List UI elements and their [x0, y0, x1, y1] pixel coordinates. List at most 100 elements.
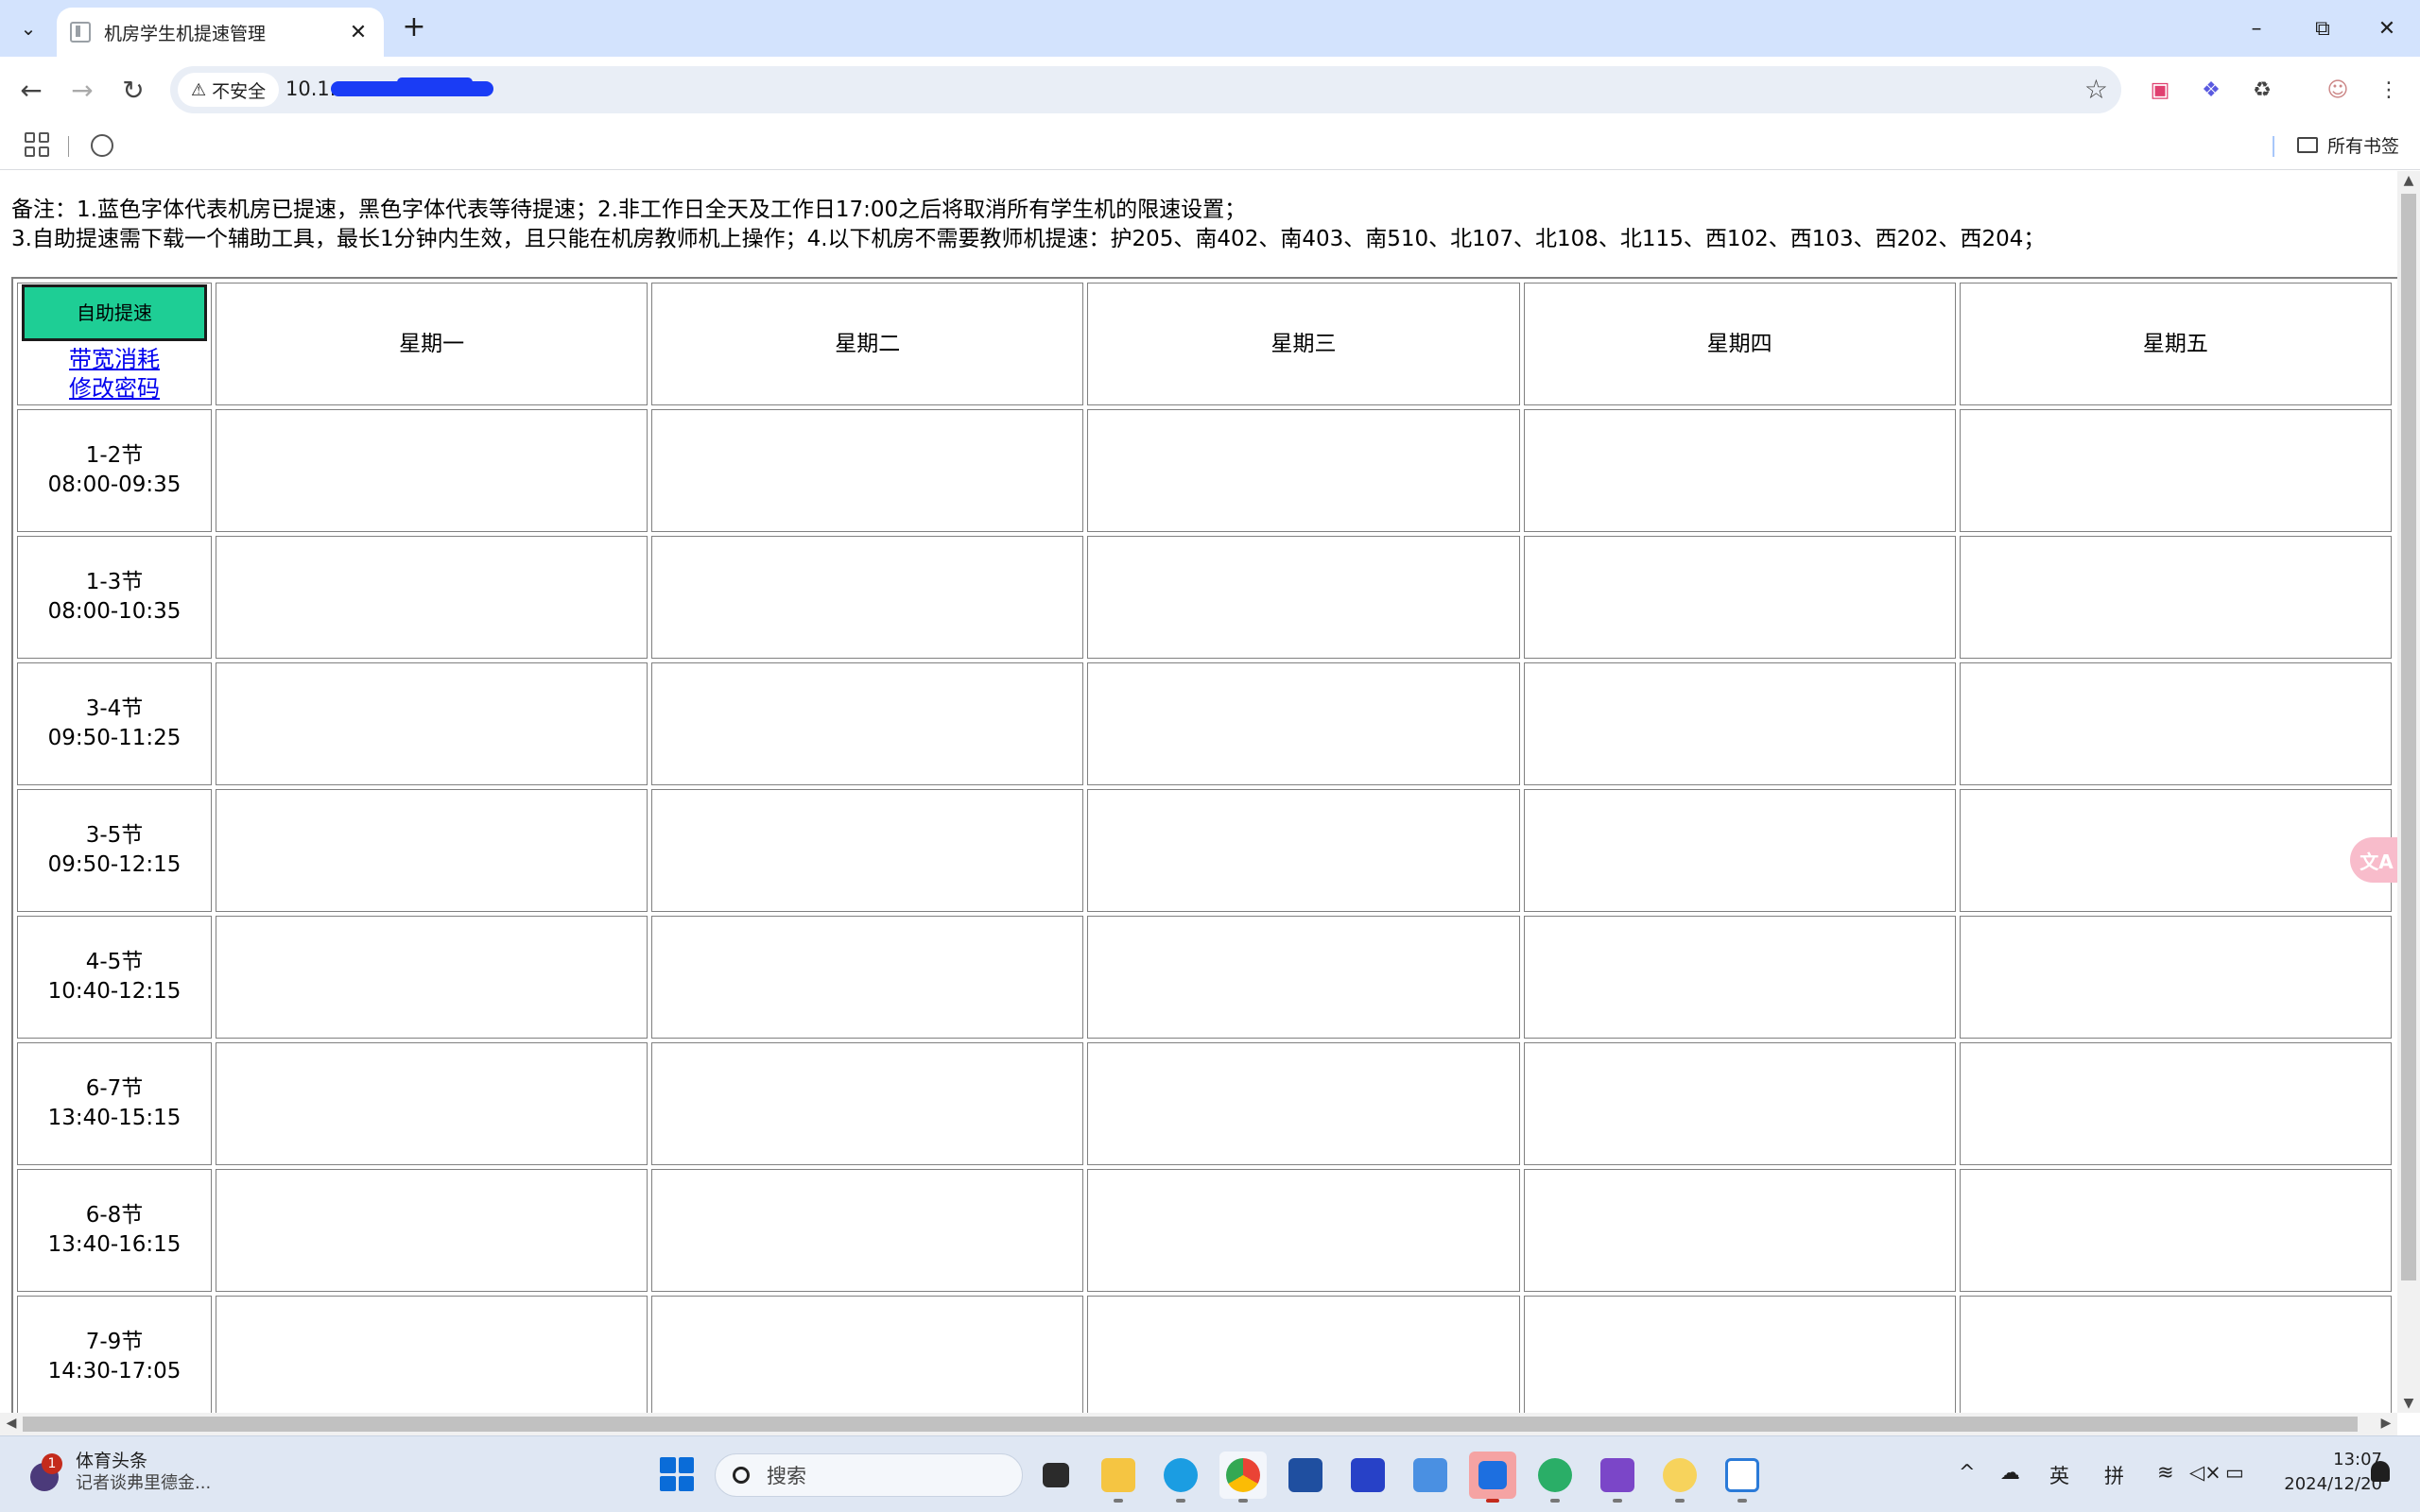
edge-browser-icon[interactable]: [1157, 1452, 1204, 1503]
schedule-cell[interactable]: [651, 916, 1084, 1039]
news-widget[interactable]: 1 体育头条 记者谈弗里德金...: [26, 1450, 211, 1495]
ime-language[interactable]: 英: [2049, 1461, 2069, 1489]
schedule-cell[interactable]: [651, 789, 1084, 912]
horizontal-scrollbar[interactable]: ◀ ▶: [0, 1413, 2397, 1435]
scroll-down-arrow-icon[interactable]: ▼: [2397, 1396, 2420, 1411]
schedule-cell[interactable]: [1959, 1042, 2392, 1165]
schedule-cell[interactable]: [216, 409, 648, 532]
schedule-cell[interactable]: [216, 1169, 648, 1292]
ime-mode[interactable]: 拼: [2104, 1461, 2124, 1489]
schedule-cell[interactable]: [216, 916, 648, 1039]
period-cell: 1-2节 08:00-09:35: [17, 409, 212, 532]
window-app-icon[interactable]: [1719, 1452, 1766, 1503]
schedule-cell[interactable]: [1523, 1296, 1956, 1413]
taskbar-search[interactable]: 搜索: [715, 1453, 1023, 1497]
schedule-cell[interactable]: [1523, 662, 1956, 785]
new-tab-button[interactable]: +: [397, 11, 431, 45]
globe-icon[interactable]: [91, 134, 113, 157]
scroll-right-arrow-icon[interactable]: ▶: [2375, 1416, 2397, 1431]
change-password-link[interactable]: 修改密码: [18, 374, 211, 404]
address-bar[interactable]: ⚠ 不安全 10.1. ☆: [170, 66, 2121, 113]
schedule-cell[interactable]: [1959, 662, 2392, 785]
forward-button[interactable]: →: [64, 72, 100, 108]
horizontal-scroll-thumb[interactable]: [23, 1417, 2358, 1432]
schedule-table-frame: 自助提速 带宽消耗 修改密码 星期一 星期二 星期三 星期四 星期五 1-2节 0…: [11, 277, 2397, 1413]
blue-app-icon[interactable]: [1407, 1452, 1454, 1499]
microsoft-store-icon[interactable]: [1282, 1452, 1329, 1499]
schedule-cell[interactable]: [1523, 789, 1956, 912]
schedule-cell[interactable]: [1959, 409, 2392, 532]
schedule-cell[interactable]: [1087, 536, 1520, 659]
reload-button[interactable]: ↻: [115, 72, 151, 108]
vertical-scroll-thumb[interactable]: [2401, 194, 2416, 1280]
schedule-cell[interactable]: [651, 1169, 1084, 1292]
schedule-cell[interactable]: [1087, 1042, 1520, 1165]
schedule-cell[interactable]: [1087, 1169, 1520, 1292]
bookmark-star-icon[interactable]: ☆: [2084, 74, 2108, 105]
schedule-cell[interactable]: [1523, 409, 1956, 532]
schedule-cell[interactable]: [651, 409, 1084, 532]
file-explorer-icon[interactable]: [1095, 1452, 1142, 1503]
schedule-cell[interactable]: [1087, 1296, 1520, 1413]
notification-bell-icon[interactable]: [2371, 1461, 2390, 1482]
schedule-cell[interactable]: [1087, 409, 1520, 532]
active-tab[interactable]: 机房学生机提速管理 ✕: [57, 8, 384, 57]
schedule-cell[interactable]: [216, 662, 648, 785]
schedule-cell[interactable]: [1523, 536, 1956, 659]
floating-translate-icon[interactable]: 文A: [2350, 837, 2403, 883]
wifi-icon[interactable]: ≋: [2157, 1461, 2174, 1484]
start-button[interactable]: [660, 1457, 694, 1491]
visual-studio-icon[interactable]: [1594, 1452, 1641, 1503]
schedule-cell[interactable]: [1523, 1169, 1956, 1292]
schedule-cell[interactable]: [651, 1296, 1084, 1413]
schedule-cell[interactable]: [1959, 1296, 2392, 1413]
window-close-button[interactable]: ✕: [2354, 0, 2420, 57]
yellow-app-icon[interactable]: [1656, 1452, 1703, 1503]
tray-chevron-icon[interactable]: ^: [1959, 1461, 1976, 1484]
wechat-icon[interactable]: [1531, 1452, 1579, 1503]
schedule-cell[interactable]: [216, 1042, 648, 1165]
schedule-cell[interactable]: [1523, 916, 1956, 1039]
schedule-cell[interactable]: [1523, 1042, 1956, 1165]
menu-kebab-icon[interactable]: ⋮: [2371, 72, 2407, 108]
bandwidth-link[interactable]: 带宽消耗: [18, 345, 211, 374]
schedule-cell[interactable]: [1087, 789, 1520, 912]
profile-avatar[interactable]: ☺: [2320, 72, 2356, 108]
onedrive-cloud-icon[interactable]: ☁: [2000, 1461, 2020, 1484]
vertical-scrollbar[interactable]: ▲ ▼: [2397, 171, 2420, 1413]
schedule-cell[interactable]: [216, 1296, 648, 1413]
schedule-cell[interactable]: [1959, 1169, 2392, 1292]
extensions-puzzle-icon[interactable]: ♻: [2244, 72, 2280, 108]
schedule-cell[interactable]: [1959, 536, 2392, 659]
remark-line-2: 3.自助提速需下载一个辅助工具，最长1分钟内生效，且只能在机房教师机上操作；4.…: [11, 227, 2046, 251]
chrome-browser-icon[interactable]: [1219, 1452, 1267, 1503]
scroll-up-arrow-icon[interactable]: ▲: [2397, 173, 2420, 188]
self-speedup-button[interactable]: 自助提速: [22, 284, 207, 341]
volume-muted-icon[interactable]: ◁×: [2189, 1461, 2221, 1484]
tab-close-icon[interactable]: ✕: [346, 21, 371, 44]
schedule-cell[interactable]: [1087, 662, 1520, 785]
writing-app-icon[interactable]: [1344, 1452, 1392, 1499]
apps-grid-icon[interactable]: [25, 132, 49, 157]
battery-icon[interactable]: ▭: [2225, 1461, 2244, 1484]
system-clock[interactable]: 13:07 2024/12/20: [2269, 1448, 2382, 1497]
schedule-cell[interactable]: [651, 536, 1084, 659]
minimize-button[interactable]: –: [2223, 0, 2290, 57]
restore-button[interactable]: ⧉: [2290, 0, 2356, 57]
schedule-cell[interactable]: [1959, 789, 2392, 912]
translate-extension-icon[interactable]: ▣: [2142, 72, 2178, 108]
tab-search-chevron-icon[interactable]: ⌄: [11, 11, 45, 45]
back-button[interactable]: ←: [13, 72, 49, 108]
scroll-left-arrow-icon[interactable]: ◀: [0, 1416, 23, 1431]
extension-icon[interactable]: ❖: [2193, 72, 2229, 108]
schedule-cell[interactable]: [1959, 916, 2392, 1039]
schedule-cell[interactable]: [216, 789, 648, 912]
schedule-cell[interactable]: [1087, 916, 1520, 1039]
site-info-chip[interactable]: ⚠ 不安全: [178, 73, 280, 107]
all-bookmarks-button[interactable]: 所有书签: [2297, 132, 2399, 158]
schedule-cell[interactable]: [651, 1042, 1084, 1165]
task-view-icon[interactable]: [1032, 1452, 1080, 1499]
schedule-cell[interactable]: [651, 662, 1084, 785]
schedule-cell[interactable]: [216, 536, 648, 659]
remote-desk-icon[interactable]: [1469, 1452, 1516, 1503]
